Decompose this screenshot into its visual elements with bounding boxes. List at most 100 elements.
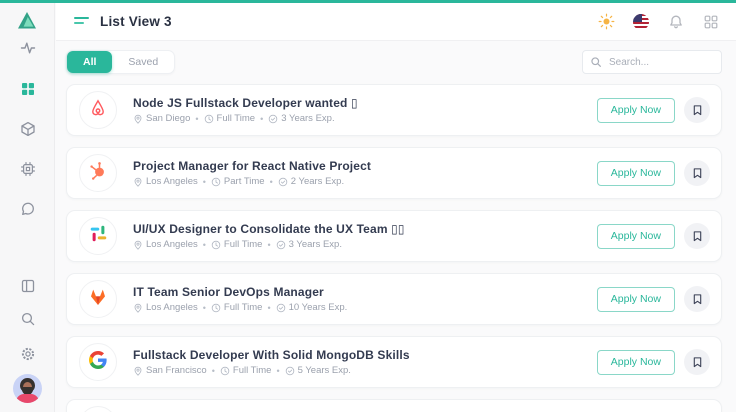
clock-check-icon	[276, 240, 286, 250]
triangle-logo-icon	[15, 9, 39, 33]
clock-check-icon	[268, 114, 278, 124]
job-title[interactable]: Node JS Fullstack Developer wanted ▯	[133, 96, 358, 110]
sidebar-item-activity[interactable]	[0, 36, 55, 60]
job-card: UI/UX Designer to Consolidate the UX Tea…	[66, 210, 722, 262]
tab-all[interactable]: All	[67, 51, 112, 73]
sidebar-item-apps-grid[interactable]	[0, 77, 55, 101]
bookmark-icon	[692, 167, 703, 179]
google-logo-icon	[88, 350, 108, 375]
sidebar-item-cpu[interactable]	[0, 157, 55, 181]
job-meta: Los Angeles • Full Time •	[133, 302, 347, 313]
bookmark-icon	[692, 230, 703, 242]
job-actions: Apply Now	[597, 286, 710, 312]
job-card: Fullstack Developer With Solid MongoDB S…	[66, 336, 722, 388]
slack-logo-icon	[89, 224, 108, 248]
job-title[interactable]: Project Manager for React Native Project	[133, 159, 371, 173]
job-location: Los Angeles	[133, 302, 198, 313]
job-text: UI/UX Designer to Consolidate the UX Tea…	[133, 222, 405, 250]
sidebar-item-layout[interactable]	[0, 274, 55, 298]
main-content: All Saved	[56, 42, 736, 412]
tab-saved[interactable]: Saved	[112, 51, 174, 73]
header-actions	[597, 13, 720, 31]
header-bar: List View 3	[56, 3, 736, 41]
job-card: Apply Now	[66, 399, 722, 412]
job-experience: 5 Years Exp.	[285, 365, 351, 376]
company-logo	[79, 91, 117, 129]
bookmark-icon	[692, 104, 703, 116]
apply-now-button[interactable]: Apply Now	[597, 161, 675, 186]
job-actions: Apply Now	[597, 349, 710, 375]
job-experience: 3 Years Exp.	[268, 113, 334, 124]
map-pin-icon	[133, 114, 143, 124]
clock-check-icon	[285, 366, 295, 376]
apps-grid-icon	[20, 81, 36, 97]
job-text: IT Team Senior DevOps Manager Los Angele…	[133, 285, 347, 313]
job-title[interactable]: IT Team Senior DevOps Manager	[133, 285, 347, 299]
bookmark-button[interactable]	[684, 349, 710, 375]
bookmark-button[interactable]	[684, 223, 710, 249]
bookmark-button[interactable]	[684, 97, 710, 123]
sidebar-item-search[interactable]	[0, 307, 55, 331]
job-title[interactable]: Fullstack Developer With Solid MongoDB S…	[133, 348, 410, 362]
job-location: San Francisco	[133, 365, 207, 376]
job-title[interactable]: UI/UX Designer to Consolidate the UX Tea…	[133, 222, 405, 236]
job-type: Full Time	[204, 113, 256, 124]
job-experience: 2 Years Exp.	[278, 176, 344, 187]
job-experience: 10 Years Exp.	[276, 302, 348, 313]
sidebar-item-chat[interactable]	[0, 197, 55, 221]
job-experience: 3 Years Exp.	[276, 239, 342, 250]
job-type: Part Time	[211, 176, 265, 187]
bookmark-button[interactable]	[684, 160, 710, 186]
job-meta: San Francisco • Full Time •	[133, 365, 410, 376]
clock-check-icon	[276, 303, 286, 313]
job-text: Fullstack Developer With Solid MongoDB S…	[133, 348, 410, 376]
user-avatar[interactable]	[13, 374, 42, 403]
top-accent-bar	[0, 0, 736, 3]
us-flag-icon	[633, 14, 649, 30]
search-icon	[590, 56, 602, 68]
chat-bubble-icon	[20, 201, 36, 217]
cpu-icon	[20, 161, 36, 177]
search-input[interactable]	[607, 56, 714, 69]
brand-logo[interactable]	[15, 9, 39, 33]
activity-icon	[20, 40, 36, 56]
job-location: Los Angeles	[133, 176, 198, 187]
clock-icon	[211, 177, 221, 187]
airbnb-logo-icon	[88, 98, 108, 123]
search-box	[582, 50, 722, 74]
page-title: List View 3	[100, 14, 172, 29]
job-actions: Apply Now	[597, 223, 710, 249]
gitlab-logo-icon	[88, 287, 108, 312]
notifications-button[interactable]	[667, 13, 685, 31]
clock-icon	[211, 303, 221, 313]
job-list: Node JS Fullstack Developer wanted ▯ San…	[66, 84, 722, 412]
apply-now-button[interactable]: Apply Now	[597, 224, 675, 249]
cube-icon	[20, 121, 36, 137]
apps-menu-button[interactable]	[702, 13, 720, 31]
language-selector-button[interactable]	[632, 13, 650, 31]
apply-now-button[interactable]: Apply Now	[597, 287, 675, 312]
job-type: Full Time	[211, 239, 263, 250]
sidebar-item-cube[interactable]	[0, 117, 55, 141]
clock-icon	[204, 114, 214, 124]
grid-icon	[703, 14, 719, 30]
job-actions: Apply Now	[597, 97, 710, 123]
bookmark-button[interactable]	[684, 286, 710, 312]
bell-icon	[668, 14, 684, 30]
bookmark-icon	[692, 293, 703, 305]
map-pin-icon	[133, 303, 143, 313]
menu-toggle-button[interactable]	[74, 16, 89, 27]
job-card: IT Team Senior DevOps Manager Los Angele…	[66, 273, 722, 325]
company-logo	[79, 154, 117, 192]
layout-panel-icon	[20, 278, 36, 294]
theme-toggle-button[interactable]	[597, 13, 615, 31]
filter-tabs: All Saved	[66, 50, 175, 74]
clock-icon	[211, 240, 221, 250]
job-type: Full Time	[211, 302, 263, 313]
apply-now-button[interactable]: Apply Now	[597, 350, 675, 375]
avatar-shirt	[16, 394, 39, 403]
sidebar-item-settings[interactable]	[0, 342, 55, 366]
apply-now-button[interactable]: Apply Now	[597, 98, 675, 123]
company-logo	[79, 343, 117, 381]
job-text: Project Manager for React Native Project…	[133, 159, 371, 187]
